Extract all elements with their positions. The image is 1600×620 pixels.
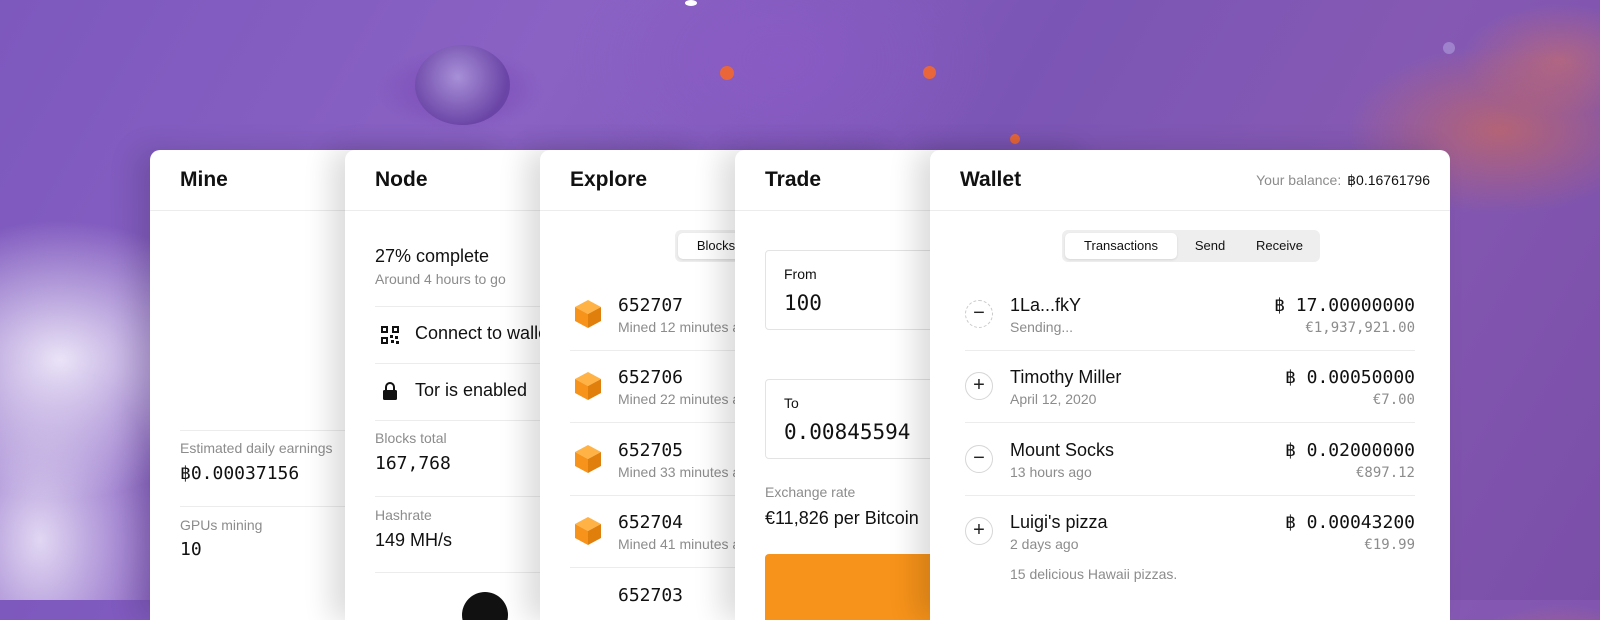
transaction-name: Mount Socks	[1010, 440, 1115, 460]
block-number: 652703	[618, 585, 684, 606]
tab-send[interactable]: Send	[1178, 233, 1242, 259]
earnings-label: Estimated daily earnings	[180, 440, 333, 456]
connect-wallet-label: Connect to wallet	[415, 323, 554, 343]
transaction-eur-amount: €897.12	[1355, 465, 1415, 481]
block-cube-icon	[575, 445, 601, 473]
wallet-card-header: Wallet Your balance: ฿0.16761796	[930, 150, 1450, 211]
earnings-value: ฿0.00037156	[180, 463, 300, 484]
transaction-name: Luigi's pizza	[1010, 512, 1108, 532]
background-dot	[720, 66, 734, 80]
balance: Your balance: ฿0.16761796	[1256, 172, 1430, 189]
qr-code-icon	[381, 326, 399, 344]
transaction-note: 15 delicious Hawaii pizzas.	[1010, 566, 1178, 582]
transaction-row[interactable]: + Timothy Miller April 12, 2020 ฿ 0.0005…	[965, 362, 1415, 422]
transaction-eur-amount: €1,937,921.00	[1305, 320, 1415, 336]
background-dot	[1443, 42, 1455, 54]
node-title: Node	[375, 168, 428, 191]
background-blob	[415, 45, 510, 125]
hashrate-label: Hashrate	[375, 507, 432, 523]
wallet-card: Wallet Your balance: ฿0.16761796 Transac…	[930, 150, 1450, 620]
blocks-total-label: Blocks total	[375, 430, 447, 446]
lock-icon	[383, 382, 397, 400]
block-number: 652704	[618, 512, 684, 533]
minus-icon: −	[965, 445, 993, 473]
transaction-eur-amount: €19.99	[1364, 537, 1415, 553]
transaction-btc-amount: ฿ 0.00043200	[1284, 512, 1415, 533]
block-cube-icon	[575, 372, 601, 400]
gpus-value: 10	[180, 539, 202, 560]
exchange-rate-label: Exchange rate	[765, 484, 856, 500]
block-cube-icon	[575, 300, 601, 328]
transaction-btc-amount: ฿ 17.00000000	[1274, 295, 1415, 316]
sync-progress: 27% complete	[375, 246, 490, 266]
tab-receive[interactable]: Receive	[1242, 233, 1317, 259]
tor-label: Tor is enabled	[415, 380, 528, 400]
explore-title: Explore	[570, 168, 648, 191]
transaction-row[interactable]: − 1La...fkY Sending... ฿ 17.00000000 €1,…	[965, 290, 1415, 350]
transaction-eur-amount: €7.00	[1372, 392, 1415, 408]
wallet-tab-bar: Transactions Send Receive	[1062, 230, 1320, 262]
gpus-label: GPUs mining	[180, 517, 263, 533]
trade-title: Trade	[765, 168, 822, 191]
divider	[965, 422, 1415, 423]
background-dot	[1010, 134, 1020, 144]
transaction-btc-amount: ฿ 0.02000000	[1284, 440, 1415, 461]
minus-icon: −	[965, 300, 993, 328]
balance-label: Your balance:	[1256, 172, 1342, 188]
from-value: 100	[784, 291, 822, 315]
divider	[965, 350, 1415, 351]
from-label: From	[784, 266, 817, 282]
to-value: 0.00845594	[784, 420, 911, 444]
background-dot	[923, 66, 936, 79]
divider	[965, 495, 1415, 496]
transaction-name: Timothy Miller	[1010, 367, 1122, 387]
transaction-subtext: 13 hours ago	[1010, 464, 1092, 480]
background-dot	[685, 0, 697, 6]
exchange-rate-value: €11,826 per Bitcoin	[765, 508, 919, 528]
wallet-title: Wallet	[960, 168, 1022, 191]
transaction-btc-amount: ฿ 0.00050000	[1284, 367, 1415, 388]
transaction-subtext: Sending...	[1010, 319, 1074, 335]
block-number: 652705	[618, 440, 684, 461]
transaction-row[interactable]: + Luigi's pizza 2 days ago ฿ 0.00043200 …	[965, 507, 1415, 597]
to-label: To	[784, 395, 799, 411]
block-number: 652707	[618, 295, 684, 316]
blocks-total-value: 167,768	[375, 453, 451, 474]
transaction-name: 1La...fkY	[1010, 295, 1082, 315]
block-cube-icon	[575, 517, 601, 545]
transaction-subtext: April 12, 2020	[1010, 391, 1097, 407]
hashrate-value: 149 MH/s	[375, 530, 453, 550]
mine-title: Mine	[180, 168, 228, 191]
transaction-row[interactable]: − Mount Socks 13 hours ago ฿ 0.02000000 …	[965, 435, 1415, 495]
plus-icon: +	[965, 372, 993, 400]
plus-icon: +	[965, 517, 993, 545]
node-action-button[interactable]	[462, 592, 508, 620]
balance-value: ฿0.16761796	[1347, 172, 1430, 188]
transaction-subtext: 2 days ago	[1010, 536, 1079, 552]
tab-transactions[interactable]: Transactions	[1065, 233, 1177, 259]
sync-progress-subtext: Around 4 hours to go	[375, 271, 506, 287]
block-number: 652706	[618, 367, 684, 388]
